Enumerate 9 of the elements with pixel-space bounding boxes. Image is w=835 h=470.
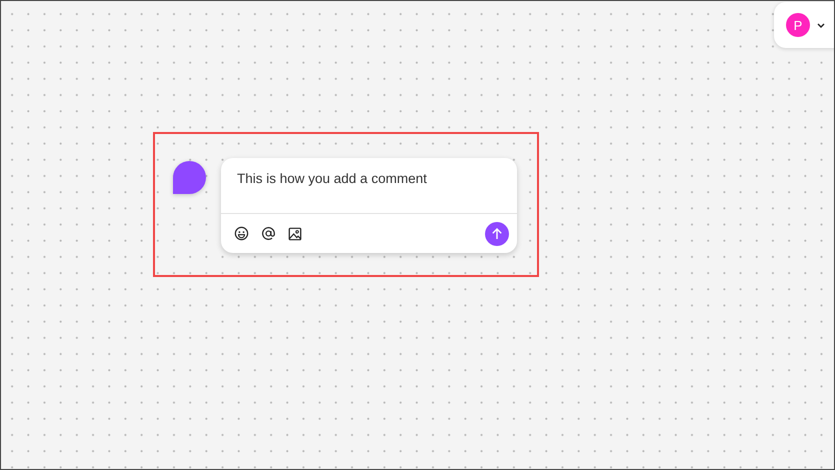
emoji-icon[interactable]	[234, 226, 249, 241]
comment-pin-icon	[173, 161, 206, 194]
comment-field[interactable]: This is how you add a comment	[221, 158, 517, 253]
image-icon[interactable]	[288, 226, 302, 240]
arrow-up-icon	[490, 226, 504, 240]
user-avatar: P	[786, 13, 810, 37]
chevron-down-icon	[817, 22, 825, 28]
send-button[interactable]	[485, 222, 509, 246]
mention-icon[interactable]	[261, 226, 276, 241]
